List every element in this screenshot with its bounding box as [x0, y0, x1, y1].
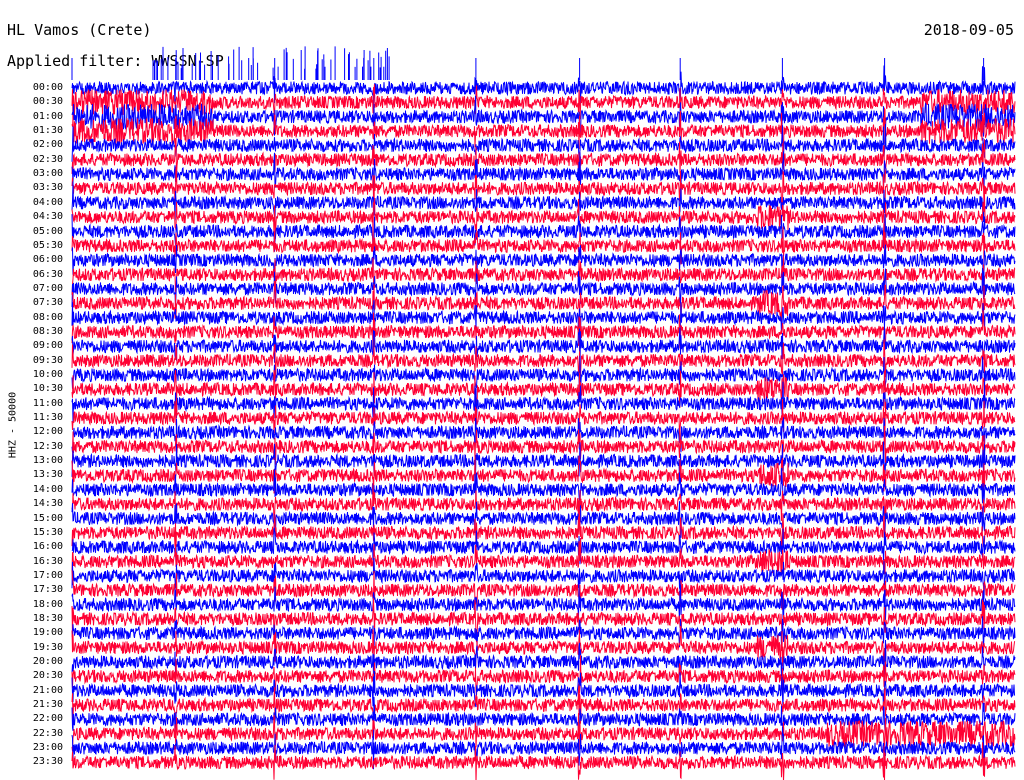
helicorder-plot	[71, 46, 1016, 780]
top-trace-spikes	[71, 46, 985, 80]
